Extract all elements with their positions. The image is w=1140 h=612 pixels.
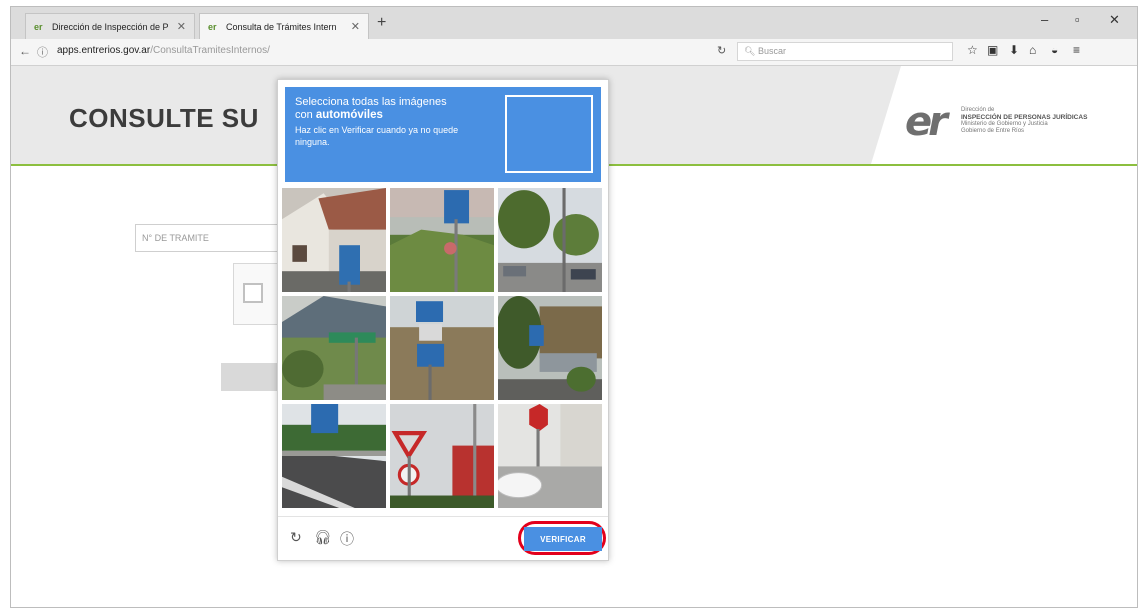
- captcha-tile-house-street-sign[interactable]: [282, 188, 386, 292]
- minimize-icon[interactable]: –: [1041, 12, 1048, 27]
- tab-label: Dirección de Inspección de P: [52, 22, 169, 32]
- search-input[interactable]: 🔍︎ Buscar: [737, 42, 953, 61]
- info-icon[interactable]: ⓘ: [37, 44, 48, 60]
- logo-line: INSPECCIÓN DE PERSONAS JURÍDICAS: [961, 114, 1088, 121]
- tramite-number-input[interactable]: N° DE TRAMITE: [135, 224, 285, 252]
- instruction-con: con: [295, 109, 313, 121]
- captcha-tile-blue-sign-field[interactable]: [390, 188, 494, 292]
- tab-consulta[interactable]: er Consulta de Trámites Intern ✕: [199, 13, 369, 39]
- pocket-icon[interactable]: ◒: [1051, 43, 1058, 57]
- page-title: CONSULTE SU: [69, 103, 259, 133]
- menu-icon[interactable]: ≡: [1073, 43, 1080, 57]
- headphones-icon[interactable]: 🎧︎: [314, 529, 332, 546]
- new-tab-icon[interactable]: +: [377, 14, 386, 32]
- captcha-instructions: Selecciona todas las imágenes con automó…: [295, 96, 495, 148]
- maximize-icon[interactable]: ▫: [1075, 12, 1080, 27]
- tramite-placeholder: N° DE TRAMITE: [142, 233, 209, 243]
- site-favicon-icon: er: [34, 22, 43, 32]
- site-favicon-icon: er: [208, 22, 217, 32]
- captcha-header: Selecciona todas las imágenes con automó…: [285, 87, 601, 182]
- close-tab-icon[interactable]: ✕: [351, 14, 360, 39]
- logo-line: Gobierno de Entre Ríos: [961, 128, 1025, 134]
- recaptcha-checkbox[interactable]: [243, 283, 263, 303]
- tab-direccion[interactable]: er Dirección de Inspección de P ✕: [25, 13, 195, 39]
- captcha-tile-street-sign-houses[interactable]: [282, 296, 386, 400]
- clipboard-icon[interactable]: ▣: [987, 43, 998, 57]
- close-tab-icon[interactable]: ✕: [177, 14, 186, 39]
- tab-bar: er Dirección de Inspección de P ✕ er Con…: [11, 7, 1137, 40]
- captcha-tile-trees-parked-cars[interactable]: [498, 188, 602, 292]
- home-icon[interactable]: ⌂: [1029, 43, 1036, 57]
- verify-button[interactable]: VERIFICAR: [524, 527, 602, 551]
- url-path: /ConsultaTramitesInternos/: [150, 45, 270, 56]
- er-logo: er: [905, 99, 948, 145]
- captcha-tile-stop-yield-signs[interactable]: [390, 404, 494, 508]
- captcha-image-grid: [282, 188, 602, 508]
- captcha-tile-stop-sign-car[interactable]: [498, 404, 602, 508]
- logo-text: Dirección de INSPECCIÓN DE PERSONAS JURÍ…: [961, 107, 1087, 135]
- back-arrow-icon[interactable]: ←: [19, 44, 31, 58]
- reload-challenge-icon[interactable]: ↻: [290, 529, 302, 546]
- logo-line: Dirección de: [961, 107, 995, 113]
- address-bar[interactable]: apps.entrerios.gov.ar/ConsultaTramitesIn…: [57, 45, 270, 56]
- url-host: apps.entrerios.gov.ar: [57, 45, 151, 56]
- logo-line: Ministerio de Gobierno y Justicia: [961, 121, 1048, 127]
- captcha-sample-image: [505, 95, 593, 173]
- instruction-line: Selecciona todas las imágenes: [295, 96, 447, 108]
- captcha-keyword: automóviles: [315, 109, 383, 121]
- nav-bar: ← ⓘ apps.entrerios.gov.ar/ConsultaTramit…: [11, 39, 1137, 66]
- search-placeholder: Buscar: [757, 46, 786, 56]
- instruction-sub: Haz clic en Verificar cuando ya no quede…: [295, 125, 459, 147]
- browser-window: er Dirección de Inspección de P ✕ er Con…: [10, 6, 1138, 608]
- info-icon[interactable]: ⓘ: [340, 529, 354, 549]
- captcha-challenge: Selecciona todas las imágenes con automó…: [277, 79, 609, 561]
- bookmark-star-icon[interactable]: ☆: [967, 43, 978, 57]
- close-window-icon[interactable]: ✕: [1109, 12, 1120, 28]
- captcha-footer: ↻ 🎧︎ ⓘ VERIFICAR: [278, 516, 608, 559]
- captcha-tile-road-blue-sign[interactable]: [282, 404, 386, 508]
- captcha-tile-tree-car-street[interactable]: [498, 296, 602, 400]
- tab-label: Consulta de Trámites Intern: [226, 22, 337, 32]
- captcha-tile-field-blue-signs[interactable]: [390, 296, 494, 400]
- reload-icon[interactable]: ↻: [717, 44, 726, 57]
- download-icon[interactable]: ⬇: [1009, 43, 1019, 57]
